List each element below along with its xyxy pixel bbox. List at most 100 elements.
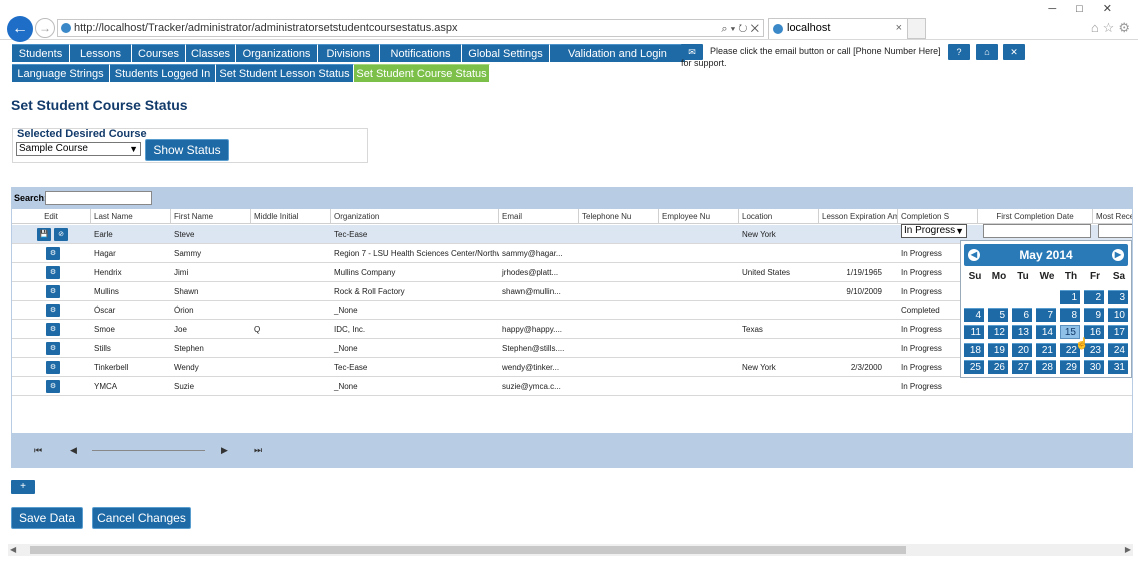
calendar-day-3[interactable]: 3	[1108, 290, 1128, 304]
cell-mi	[251, 225, 331, 244]
calendar-day-8[interactable]: 8	[1060, 307, 1080, 322]
menu-item-students-logged-in[interactable]: Students Logged In	[110, 64, 216, 82]
horizontal-scrollbar[interactable]: ◀ ▶	[8, 544, 1133, 556]
calendar-day-31[interactable]: 31	[1108, 360, 1128, 374]
calendar-day-1[interactable]: 1	[1060, 290, 1080, 304]
cancel-changes-button[interactable]: Cancel Changes	[92, 507, 191, 529]
new-tab-button[interactable]	[908, 18, 926, 39]
cell-email: Stephen@stills....	[502, 344, 565, 353]
column-header-edit[interactable]: Edit	[12, 209, 91, 224]
menu-item-classes[interactable]: Classes	[186, 44, 236, 62]
calendar-day-24[interactable]: 24	[1108, 342, 1128, 357]
prev-month-icon[interactable]: ◀	[968, 249, 980, 261]
address-tools[interactable]: ⌕ ▾ ↻ ✕	[721, 21, 759, 37]
edit-row-icon[interactable]: ⚙	[46, 285, 60, 298]
calendar-day-14[interactable]: 14	[1036, 325, 1056, 339]
menu-item-courses[interactable]: Courses	[132, 44, 186, 62]
menu-item-students[interactable]: Students	[12, 44, 70, 62]
column-header-organization[interactable]: Organization	[331, 209, 499, 224]
last-page-icon[interactable]: ⏭	[254, 445, 262, 456]
menu-item-set-student-course-status[interactable]: Set Student Course Status	[354, 64, 490, 82]
calendar-day-5[interactable]: 5	[988, 307, 1008, 322]
calendar-day-25[interactable]: 25	[964, 360, 984, 374]
add-row-button[interactable]: +	[11, 480, 35, 494]
column-header-middle-initial[interactable]: Middle Initial	[251, 209, 331, 224]
next-month-icon[interactable]: ▶	[1112, 249, 1124, 261]
calendar-day-17[interactable]: 17	[1108, 325, 1128, 339]
next-page-icon[interactable]: ▶	[221, 445, 228, 456]
edit-row-icon[interactable]: ⚙	[46, 247, 60, 260]
scroll-right-icon[interactable]: ▶	[1125, 544, 1131, 556]
edit-row-icon[interactable]: ⚙	[46, 266, 60, 279]
close-button[interactable]: ✕	[1003, 44, 1025, 60]
save-data-button[interactable]: Save Data	[11, 507, 83, 529]
browser-tab[interactable]: localhost ×	[768, 18, 908, 39]
menu-item-global-settings[interactable]: Global Settings	[462, 44, 550, 62]
calendar-day-4[interactable]: 4	[964, 307, 984, 322]
column-header-last-name[interactable]: Last Name	[91, 209, 171, 224]
first-page-icon[interactable]: ⏮	[34, 445, 42, 456]
column-header-employee-nu[interactable]: Employee Nu	[659, 209, 739, 224]
menu-item-validation-and-login-settings[interactable]: Validation and Login Settings	[550, 44, 686, 78]
cell-mi: Q	[254, 325, 261, 334]
cell-mi	[251, 377, 331, 396]
calendar-day-9[interactable]: 9	[1084, 307, 1104, 322]
edit-row-icon[interactable]: ⚙	[46, 380, 60, 393]
column-header-lesson-expiration-am[interactable]: Lesson Expiration Am	[819, 209, 898, 224]
table-row[interactable]: ⚙ YMCA Suzie _None suzie@ymca.c... In Progres…	[12, 377, 1132, 396]
calendar-day-10[interactable]: 10	[1108, 307, 1128, 322]
calendar-day-2[interactable]: 2	[1084, 290, 1104, 304]
calendar-day-18[interactable]: 18	[964, 342, 984, 357]
back-icon[interactable]: ←	[7, 16, 33, 42]
address-bar[interactable]: http://localhost/Tracker/administrator/a…	[57, 19, 764, 37]
calendar-day-21[interactable]: 21	[1036, 342, 1056, 357]
completion-status-select[interactable]: In Progress ▼	[901, 224, 967, 238]
prev-page-icon[interactable]: ◀	[70, 445, 77, 456]
calendar-day-12[interactable]: 12	[988, 325, 1008, 339]
menu-item-organizations[interactable]: Organizations	[236, 44, 318, 62]
calendar-day-26[interactable]: 26	[988, 360, 1008, 374]
calendar-day-29[interactable]: 29	[1060, 360, 1080, 374]
column-header-first-name[interactable]: First Name	[171, 209, 251, 224]
scrollbar-thumb[interactable]	[30, 546, 906, 554]
tab-close-icon[interactable]: ×	[896, 19, 902, 38]
page-slider[interactable]	[92, 450, 205, 451]
calendar-day-19[interactable]: 19	[988, 342, 1008, 357]
column-header-completion-s[interactable]: Completion S	[898, 209, 978, 224]
forward-icon[interactable]: →	[35, 18, 55, 38]
calendar-day-6[interactable]: 6	[1012, 307, 1032, 322]
column-header-email[interactable]: Email	[499, 209, 579, 224]
calendar-day-11[interactable]: 11	[964, 325, 984, 339]
menu-item-language-strings[interactable]: Language Strings	[12, 64, 110, 82]
column-header-telephone-nu[interactable]: Telephone Nu	[579, 209, 659, 224]
cancel-row-icon[interactable]: ⊘	[54, 228, 68, 241]
column-header-first-completion-date[interactable]: First Completion Date	[978, 209, 1093, 224]
help-button[interactable]: ?	[948, 44, 970, 60]
menu-item-notifications[interactable]: Notifications	[380, 44, 462, 62]
calendar-day-30[interactable]: 30	[1084, 360, 1104, 374]
first-completion-date-input[interactable]	[983, 224, 1091, 238]
edit-row-icon[interactable]: ⚙	[46, 342, 60, 355]
column-header-most-rece[interactable]: Most Rece	[1093, 209, 1132, 224]
save-row-icon[interactable]: 💾	[37, 228, 51, 241]
window-controls[interactable]: ─□✕	[1048, 2, 1132, 15]
show-status-button[interactable]: Show Status	[145, 139, 229, 161]
most-recent-date-input[interactable]	[1098, 224, 1132, 238]
course-select[interactable]: Sample Course ▼	[16, 142, 141, 156]
edit-row-icon[interactable]: ⚙	[46, 323, 60, 336]
calendar-day-27[interactable]: 27	[1012, 360, 1032, 374]
scroll-left-icon[interactable]: ◀	[10, 544, 16, 556]
menu-item-set-student-lesson-status[interactable]: Set Student Lesson Status	[216, 64, 354, 82]
menu-item-divisions[interactable]: Divisions	[318, 44, 380, 62]
browser-tools-icons[interactable]: ⌂☆⚙	[1091, 20, 1134, 36]
calendar-day-20[interactable]: 20	[1012, 342, 1032, 357]
search-input[interactable]	[45, 191, 152, 205]
calendar-day-7[interactable]: 7	[1036, 307, 1056, 322]
home-button[interactable]: ⌂	[976, 44, 998, 60]
edit-row-icon[interactable]: ⚙	[46, 304, 60, 317]
edit-row-icon[interactable]: ⚙	[46, 361, 60, 374]
column-header-location[interactable]: Location	[739, 209, 819, 224]
calendar-day-28[interactable]: 28	[1036, 360, 1056, 374]
calendar-day-13[interactable]: 13	[1012, 325, 1032, 339]
menu-item-lessons[interactable]: Lessons	[70, 44, 132, 62]
